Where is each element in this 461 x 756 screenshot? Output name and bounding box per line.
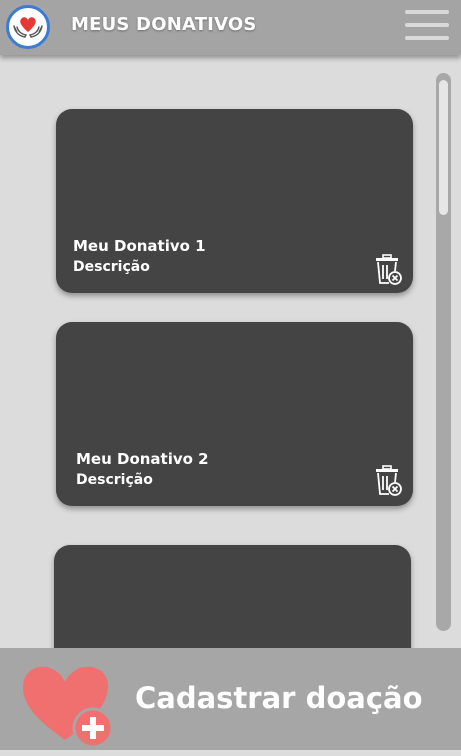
delete-trash-icon[interactable] [374,465,402,497]
delete-trash-icon[interactable] [374,254,402,286]
heart-hands-logo-icon[interactable] [6,5,50,49]
register-donation-label: Cadastrar doação [135,681,423,715]
scrollbar[interactable] [436,73,451,631]
menu-bar-line [405,36,449,40]
donation-description: Descrição [76,472,153,488]
page-title: MEUS DONATIVOS [71,14,257,35]
menu-bar-line [405,10,449,14]
donation-card[interactable]: Meu Donativo 1 Descrição [56,109,413,293]
donations-list: Meu Donativo 1 Descrição Meu Donativo 2 … [0,55,461,648]
donation-description: Descrição [73,259,150,275]
heart-plus-icon [20,656,116,752]
donation-title: Meu Donativo 1 [73,237,206,255]
donation-card[interactable] [54,545,411,648]
hamburger-menu-icon[interactable] [405,8,449,42]
register-donation-button[interactable]: Cadastrar doação [0,648,461,750]
menu-bar-line [405,23,449,27]
scrollbar-thumb[interactable] [439,80,448,215]
donation-card[interactable]: Meu Donativo 2 Descrição [56,322,413,506]
donation-title: Meu Donativo 2 [76,450,209,468]
app-header: MEUS DONATIVOS [0,0,461,55]
